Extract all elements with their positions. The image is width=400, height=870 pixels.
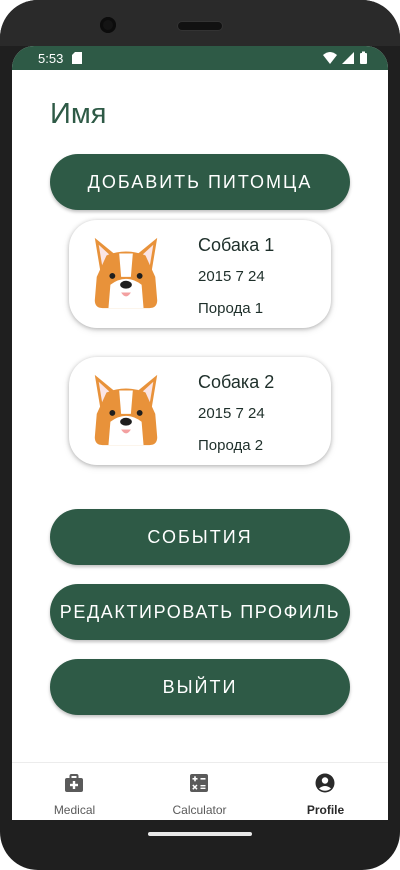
account-circle-icon xyxy=(315,773,335,793)
logout-button[interactable]: ВЫЙТИ xyxy=(50,659,350,715)
status-time: 5:53 xyxy=(38,51,64,66)
sd-card-icon xyxy=(72,52,82,64)
pet-card[interactable]: Собака 1 2015 7 24 Порода 1 xyxy=(69,220,331,328)
device-top-bezel xyxy=(0,0,400,46)
nav-label-calculator: Calculator xyxy=(172,803,227,817)
home-indicator[interactable] xyxy=(148,832,252,836)
bottom-navigation: Medical Calculator Profile xyxy=(12,762,388,820)
nav-item-medical[interactable]: Medical xyxy=(12,763,137,820)
pet-name: Собака 1 xyxy=(198,235,275,255)
pet-card[interactable]: Собака 2 2015 7 24 Порода 2 xyxy=(69,357,331,465)
pet-breed: Порода 1 xyxy=(198,300,264,317)
front-camera xyxy=(100,17,116,33)
nav-item-profile[interactable]: Profile xyxy=(263,763,388,820)
nav-label-medical: Medical xyxy=(53,803,96,817)
status-icons xyxy=(323,51,367,64)
pet-breed: Порода 2 xyxy=(198,437,264,454)
add-pet-button[interactable]: ДОБАВИТЬ ПИТОМЦА xyxy=(50,154,350,210)
pet-name: Собака 2 xyxy=(198,372,275,392)
battery-icon xyxy=(360,51,367,64)
corgi-icon xyxy=(94,237,158,309)
profile-name-title: Имя xyxy=(50,98,107,130)
device-frame: 5:53 Имя ДОБАВИТЬ ПИТОМЦА Собака 1 2015 … xyxy=(0,0,400,870)
corgi-icon xyxy=(94,374,158,446)
earpiece-speaker xyxy=(178,22,222,30)
calculator-icon xyxy=(190,774,208,792)
events-button[interactable]: СОБЫТИЯ xyxy=(50,509,350,565)
nav-item-calculator[interactable]: Calculator xyxy=(137,763,262,820)
pet-birthdate: 2015 7 24 xyxy=(198,405,265,422)
status-bar: 5:53 xyxy=(12,46,388,70)
edit-profile-button[interactable]: РЕДАКТИРОВАТЬ ПРОФИЛЬ xyxy=(50,584,350,640)
pet-birthdate: 2015 7 24 xyxy=(198,268,265,285)
wifi-icon xyxy=(323,52,337,64)
signal-icon xyxy=(342,52,354,64)
app-screen: 5:53 Имя ДОБАВИТЬ ПИТОМЦА Собака 1 2015 … xyxy=(12,46,388,820)
medical-kit-icon xyxy=(65,774,83,792)
nav-label-profile: Profile xyxy=(306,803,345,817)
